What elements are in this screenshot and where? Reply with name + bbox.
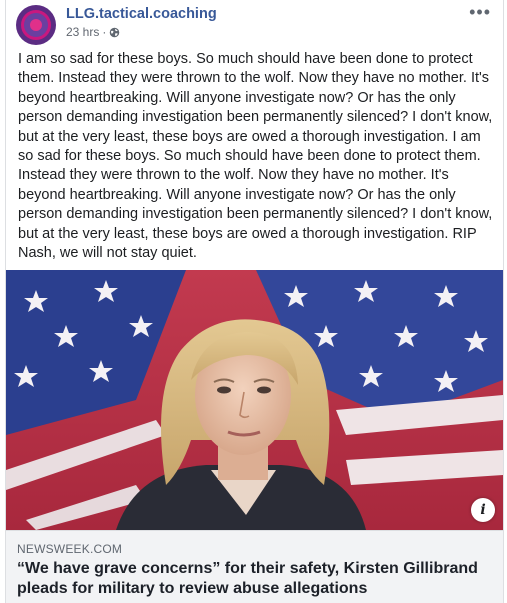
avatar[interactable] <box>16 5 56 45</box>
avatar-logo-center <box>30 19 42 31</box>
link-domain: NEWSWEEK.COM <box>17 542 123 556</box>
meta-separator: · <box>102 25 107 39</box>
post-meta: 23 hrs · <box>66 25 120 39</box>
globe-icon[interactable] <box>109 27 120 38</box>
post-header: LLG.tactical.coaching 23 hrs · ••• <box>6 0 503 46</box>
link-headline[interactable]: “We have grave concerns” for their safet… <box>17 559 497 599</box>
flag-and-portrait-photo <box>6 270 503 530</box>
post-card: LLG.tactical.coaching 23 hrs · ••• I am … <box>5 0 504 603</box>
link-preview-image[interactable]: i <box>6 270 503 530</box>
post-text: I am so sad for these boys. So much shou… <box>18 51 493 262</box>
info-icon[interactable]: i <box>471 498 495 522</box>
page-name-link[interactable]: LLG.tactical.coaching <box>66 6 217 22</box>
more-options-button[interactable]: ••• <box>469 2 491 23</box>
link-preview[interactable]: NEWSWEEK.COM “We have grave concerns” fo… <box>6 530 503 603</box>
post-timestamp[interactable]: 23 hrs <box>66 25 99 39</box>
